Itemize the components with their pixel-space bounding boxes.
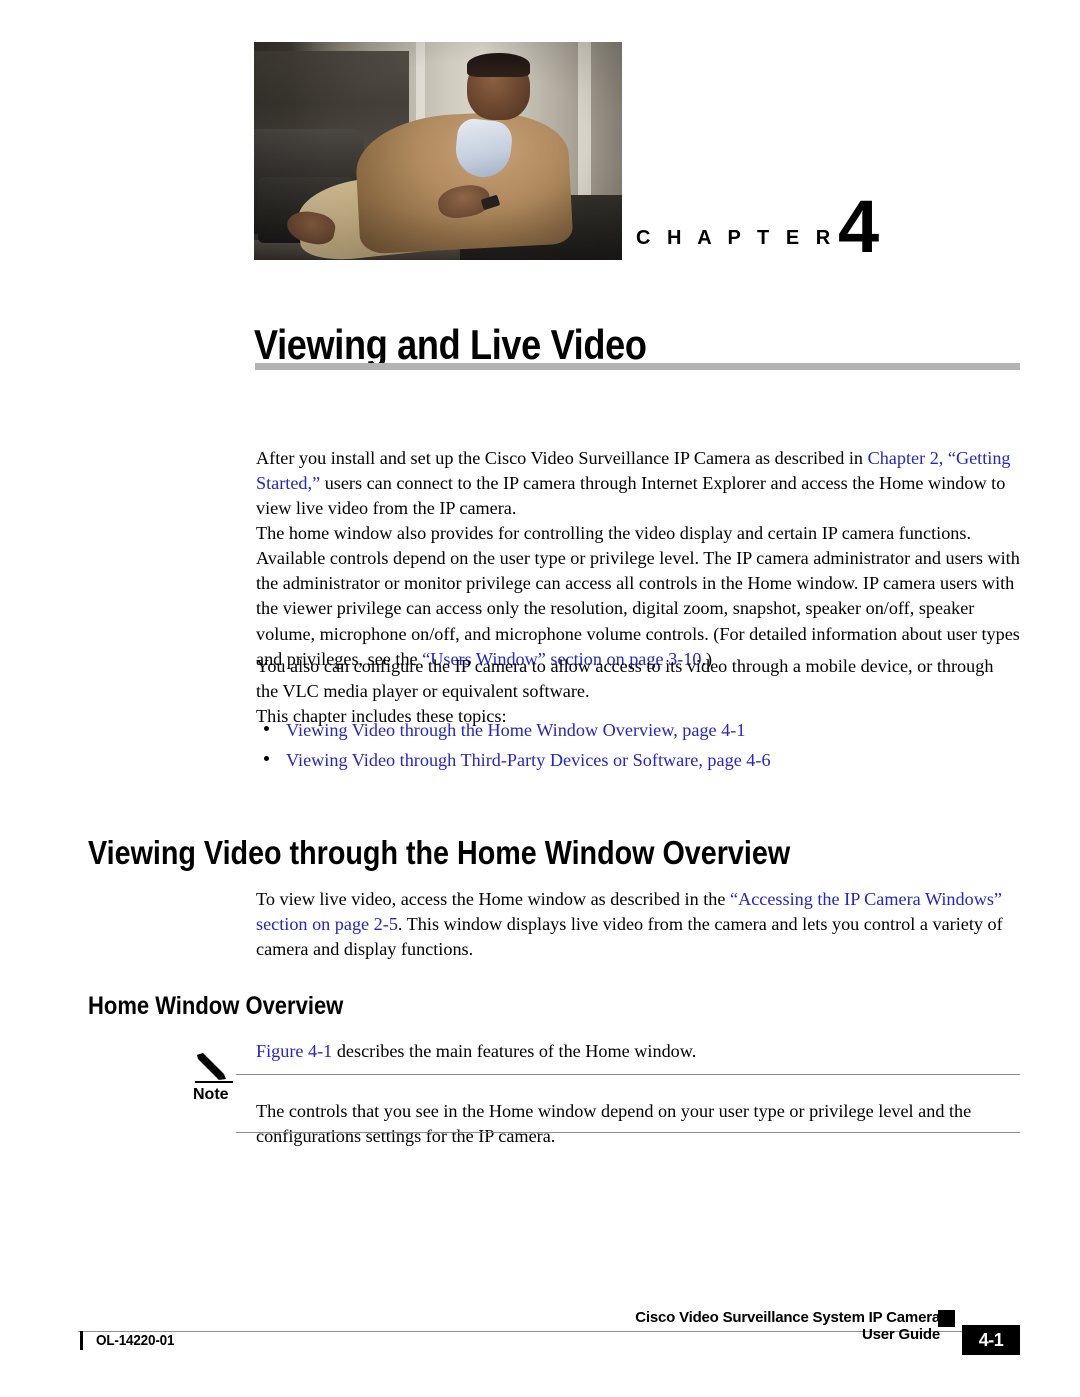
intro-paragraph-2: The home window also provides for contro…: [256, 521, 1020, 672]
chapter-opener-photo: [254, 42, 622, 260]
note-rule-top: [236, 1074, 1020, 1075]
chapter-label: C H A P T E R: [636, 227, 836, 249]
note-rule-bottom: [236, 1132, 1020, 1133]
footer-tick-mark: [80, 1331, 83, 1350]
topic-link-third-party-devices[interactable]: Viewing Video through Third-Party Device…: [286, 748, 1020, 773]
footer-square-marker: [938, 1310, 955, 1327]
chapter-title-rule: [255, 363, 1020, 370]
section-heading-level-2: Home Window Overview: [88, 992, 344, 1020]
chapter-title: Viewing and Live Video: [254, 321, 647, 369]
section-p-text-a: To view live video, access the Home wind…: [256, 889, 730, 910]
intro-paragraph-1: After you install and set up the Cisco V…: [256, 446, 1020, 521]
list-item[interactable]: Viewing Video through Third-Party Device…: [256, 748, 1020, 773]
note-text: The controls that you see in the Home wi…: [256, 1101, 972, 1147]
intro-p1-text-b: users can connect to the IP camera throu…: [256, 473, 1006, 519]
photo-vignette: [254, 42, 622, 260]
bullet-dot-icon: [264, 726, 269, 731]
figure-4-1-link[interactable]: Figure 4-1: [256, 1041, 332, 1061]
footer-document-id: OL-14220-01: [96, 1332, 175, 1349]
list-item[interactable]: Viewing Video through the Home Window Ov…: [256, 718, 1020, 743]
note-label: Note: [193, 1086, 229, 1103]
note-icon-underline: [195, 1081, 233, 1083]
intro-p1-text-a: After you install and set up the Cisco V…: [256, 448, 868, 469]
chapter-number: 4: [838, 185, 880, 268]
topic-link-home-window-overview[interactable]: Viewing Video through the Home Window Ov…: [286, 718, 1020, 743]
bullet-dot-icon: [264, 756, 269, 761]
figure-reference-text: describes the main features of the Home …: [332, 1041, 697, 1062]
pencil-icon: [193, 1052, 233, 1082]
footer-guide-title: Cisco Video Surveillance System IP Camer…: [635, 1309, 940, 1343]
figure-reference-paragraph: Figure 4-1 describes the main features o…: [256, 1039, 1020, 1064]
intro-paragraph-3: You also can configure the IP camera to …: [256, 656, 994, 702]
section-paragraph: To view live video, access the Home wind…: [256, 887, 1020, 962]
intro-p2-text-a: The home window also provides for contro…: [256, 523, 1020, 669]
section-heading-level-1: Viewing Video through the Home Window Ov…: [88, 834, 791, 872]
footer-page-number: 4-1: [962, 1325, 1020, 1355]
